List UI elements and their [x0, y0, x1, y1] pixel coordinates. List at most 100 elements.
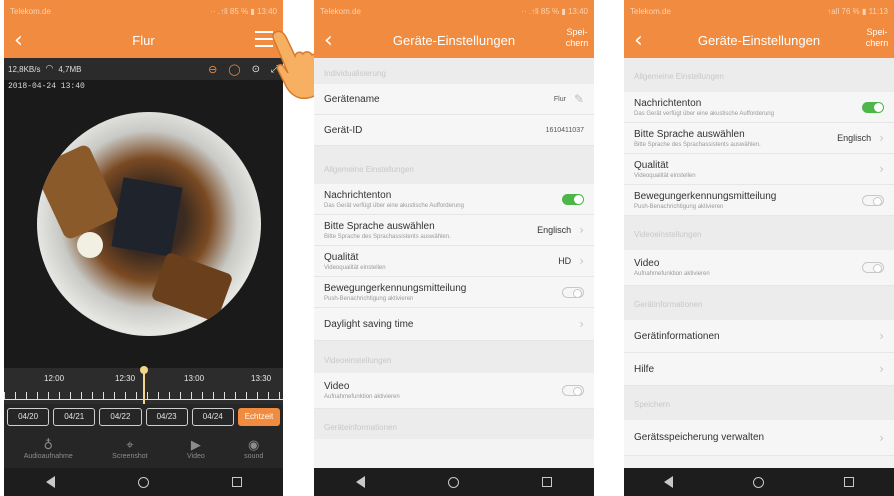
device-info-row[interactable]: Gerätinformationen › — [624, 320, 894, 353]
fisheye-image — [37, 112, 262, 336]
video-icon: ▶ — [190, 438, 201, 453]
row-label: Bitte Sprache auswählen — [324, 220, 435, 232]
video-record-button[interactable]: ▶ Video — [187, 438, 205, 460]
row-sublabel: Aufnahmefunktion aktivieren — [324, 394, 400, 400]
video-row[interactable]: Video Aufnahmefunktion aktivieren — [314, 373, 594, 409]
row-label: Gerätinformationen — [634, 330, 720, 342]
motion-detection-toggle[interactable] — [562, 286, 584, 298]
status-bar: Telekom.de ·· .↑ll 85 % ▮ 13:40 — [314, 0, 594, 22]
daylight-saving-row[interactable]: Daylight saving time › — [314, 308, 594, 341]
back-arrow-icon[interactable]: ‹ — [324, 28, 333, 53]
row-label: Nachrichtenton — [324, 189, 392, 201]
status-bar: Telekom.de ↑all 76 % ▮ 11:13 — [624, 0, 894, 22]
row-sublabel: Das Gerät verfügt über eine akustische A… — [324, 202, 464, 209]
camera-screen: Telekom.de ·· .↑ll 85 % ▮ 13:40 ‹ Flur 1… — [4, 0, 283, 496]
chevron-right-icon: › — [579, 223, 584, 237]
video-timestamp: 2018-04-24 13:40 — [8, 82, 85, 91]
chevron-right-icon: › — [879, 329, 884, 343]
data-usage-label: 4,7MB — [58, 64, 82, 74]
page-title: Geräte-Einstellungen — [697, 32, 821, 48]
settings-screen-1: Telekom.de ·· .↑ll 85 % ▮ 13:40 ‹ Geräte… — [314, 0, 594, 496]
storage-management-row[interactable]: Gerätsspeicherung verwalten › — [624, 420, 894, 456]
nav-home-icon[interactable] — [753, 476, 764, 488]
settings-screen-2: Telekom.de ↑all 76 % ▮ 11:13 ‹ Geräte-Ei… — [624, 0, 894, 496]
section-header: Videoeinstellungen — [314, 341, 594, 373]
edit-pencil-icon[interactable]: ✎ — [574, 92, 584, 106]
row-label: Bewegungerkennungsmitteilung — [324, 282, 467, 294]
fisheye-mode-icon[interactable]: ⊖ — [208, 63, 217, 76]
audio-record-button[interactable]: ♁ Audioaufnahme — [24, 438, 73, 460]
camera-toolbar: 12,8KB/s ◠ 4,7MB ⊖ ◯ ⊙ ⤢ — [4, 58, 283, 80]
quality-row[interactable]: Qualität Videoqualität einstellen › — [624, 154, 894, 185]
row-sublabel: Videoqualität einstellen — [634, 172, 696, 179]
carrier-label: Telekom.de — [10, 6, 51, 16]
video-toggle[interactable] — [862, 262, 884, 273]
video-row[interactable]: Video Aufnahmefunktion aktivieren — [624, 250, 894, 286]
nav-back-icon[interactable] — [664, 476, 673, 488]
sound-button[interactable]: ◉ sound — [244, 438, 263, 460]
device-name-row[interactable]: Gerätename Flur ✎ — [314, 84, 594, 115]
row-label: Daylight saving time — [324, 318, 414, 330]
date-button[interactable]: 04/21 — [53, 408, 96, 426]
language-row[interactable]: Bitte Sprache auswählen Bitte Sprache de… — [314, 215, 594, 246]
speaker-icon: ◉ — [248, 438, 260, 453]
nav-home-icon[interactable] — [137, 476, 149, 488]
back-arrow-icon[interactable]: ‹ — [634, 28, 643, 53]
motion-detection-toggle[interactable] — [862, 194, 884, 206]
save-button[interactable]: Spei- chern — [564, 27, 590, 49]
screenshot-button[interactable]: ⌖ Screenshot — [112, 438, 147, 460]
row-sublabel: Videoqualität einstellen — [324, 264, 386, 271]
notification-sound-toggle[interactable] — [862, 101, 884, 113]
status-right: ·· .↑ll 85 % ▮ 13:40 — [521, 6, 588, 16]
status-bar: Telekom.de ·· .↑ll 85 % ▮ 13:40 — [4, 0, 283, 22]
video-toggle[interactable] — [562, 385, 584, 396]
camera-actions: ♁ Audioaufnahme ⌖ Screenshot ▶ Video ◉ s… — [4, 430, 283, 468]
notification-sound-toggle[interactable] — [562, 193, 584, 205]
chevron-right-icon: › — [879, 162, 884, 176]
quality-row[interactable]: Qualität Videoqualität einstellen HD › — [314, 246, 594, 277]
date-button[interactable]: 04/22 — [99, 408, 142, 426]
nav-recents-icon[interactable] — [231, 477, 242, 487]
motion-detection-row[interactable]: Bewegungerkennungsmitteilung Push-Benach… — [624, 185, 894, 216]
section-header: Individualisierung — [314, 58, 594, 84]
notification-sound-row[interactable]: Nachrichtenton Das Gerät verfügt über ei… — [314, 184, 594, 215]
date-button[interactable]: 04/24 — [191, 408, 234, 426]
motion-detection-row[interactable]: Bewegungerkennungsmitteilung Push-Benach… — [314, 277, 594, 308]
language-row[interactable]: Bitte Sprache auswählen Bitte Sprache de… — [624, 123, 894, 154]
date-button[interactable]: 04/23 — [145, 408, 188, 426]
device-id-row: Gerät-ID 1610411037 — [314, 115, 594, 146]
timeline-tick-label: 12:00 — [44, 374, 65, 383]
nav-recents-icon[interactable] — [844, 477, 854, 487]
notification-sound-row[interactable]: Nachrichtenton Das Gerät verfügt über ei… — [624, 92, 894, 123]
timeline-cursor[interactable] — [140, 366, 148, 404]
timeline-tick-label: 13:00 — [184, 374, 205, 383]
android-nav-bar — [4, 468, 283, 496]
playback-timeline[interactable]: 12:00 12:30 13:00 13:30 — [4, 366, 283, 404]
rotate-icon[interactable]: ◯ — [228, 63, 240, 76]
live-button[interactable]: Echtzeit — [237, 408, 281, 426]
android-nav-bar — [314, 468, 594, 496]
action-label: Screenshot — [112, 453, 148, 460]
android-nav-bar — [624, 468, 894, 496]
direction-icon[interactable]: ⊙ — [252, 64, 260, 75]
page-title: Flur — [132, 32, 155, 48]
nav-home-icon[interactable] — [447, 476, 459, 488]
camera-video-feed[interactable] — [4, 80, 283, 368]
back-arrow-icon[interactable]: ‹ — [14, 28, 23, 53]
date-button[interactable]: 04/20 — [7, 408, 50, 426]
chevron-right-icon: › — [879, 362, 884, 376]
row-label: Gerätsspeicherung verwalten — [634, 432, 765, 443]
nav-back-icon[interactable] — [355, 476, 365, 488]
save-button[interactable]: Spei- chern — [864, 27, 890, 49]
device-id-value: 1610411037 — [545, 126, 584, 134]
chevron-right-icon: › — [879, 131, 884, 145]
help-row[interactable]: Hilfe › — [624, 353, 894, 386]
nav-recents-icon[interactable] — [542, 477, 553, 487]
language-value: Englisch — [537, 225, 572, 235]
row-sublabel: Bitte Sprache des Sprachassistents auswä… — [324, 233, 451, 240]
timeline-tick-label: 13:30 — [251, 374, 272, 383]
chevron-right-icon: › — [879, 430, 884, 445]
status-right: ·· .↑ll 85 % ▮ 13:40 — [210, 6, 277, 16]
nav-back-icon[interactable] — [45, 476, 55, 488]
action-label: Video — [186, 453, 205, 460]
